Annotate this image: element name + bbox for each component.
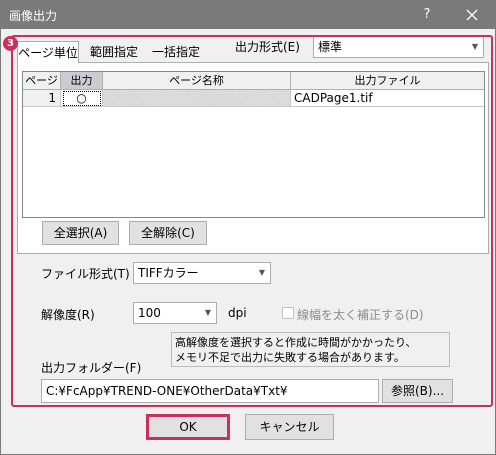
file-format-label: ファイル形式(T)	[41, 267, 130, 281]
note-line-1: 高解像度を選択すると作成に時間がかかったり、	[175, 336, 417, 349]
browse-button[interactable]: 参照(B)...	[382, 379, 453, 403]
note-line-2: メモリ不足で出力に失敗する場合があります。	[175, 351, 405, 364]
column-header-output-file[interactable]: 出力ファイル	[291, 72, 484, 90]
file-format-value: TIFFカラー	[138, 266, 199, 280]
resolution-value: 100	[138, 306, 161, 320]
column-header-page[interactable]: ページ	[23, 72, 61, 90]
step-badge: 3	[3, 36, 18, 51]
resolution-label: 解像度(R)	[41, 308, 95, 322]
chevron-down-icon: ▼	[204, 308, 211, 317]
cell-page-name	[103, 90, 291, 107]
chevron-down-icon: ▼	[258, 268, 265, 277]
column-header-page-name[interactable]: ページ名称	[103, 72, 291, 90]
page-table: ページ 出力 ページ名称 出力ファイル 1 ○ CADPage1.tif	[22, 71, 485, 218]
output-format-value: 標準	[318, 40, 343, 54]
output-format-select[interactable]: 標準 ▼	[313, 36, 484, 58]
cell-page-number: 1	[23, 90, 61, 107]
select-all-button[interactable]: 全選択(A)	[42, 221, 119, 245]
tab-page-unit[interactable]: ページ単位	[17, 41, 79, 63]
cell-output-file[interactable]: CADPage1.tif	[291, 90, 484, 107]
tab-bulk[interactable]: 一括指定	[148, 41, 204, 63]
column-header-output[interactable]: 出力	[61, 72, 103, 90]
help-button[interactable]: ?	[410, 0, 444, 29]
file-format-select[interactable]: TIFFカラー ▼	[133, 262, 271, 284]
deselect-all-button[interactable]: 全解除(C)	[129, 221, 207, 245]
close-icon	[466, 9, 478, 21]
tab-range[interactable]: 範囲指定	[84, 41, 144, 63]
close-button[interactable]	[450, 0, 494, 29]
cell-focus-outline	[63, 91, 101, 106]
line-correction-checkbox[interactable]	[282, 307, 294, 319]
chevron-down-icon: ▼	[471, 42, 478, 51]
ok-button[interactable]: OK	[146, 414, 230, 440]
output-folder-input[interactable]: C:¥FcApp¥TREND-ONE¥OtherData¥Txt¥	[41, 379, 379, 403]
window-title: 画像出力	[9, 9, 58, 23]
line-correction-label: 線幅を太く補正する(D)	[297, 308, 424, 322]
output-folder-label: 出力フォルダー(F)	[41, 361, 142, 375]
resolution-select[interactable]: 100 ▼	[133, 302, 217, 324]
cancel-button[interactable]: キャンセル	[245, 414, 334, 440]
resolution-unit: dpi	[228, 306, 247, 320]
resolution-note: 高解像度を選択すると作成に時間がかかったり、 メモリ不足で出力に失敗する場合があ…	[171, 332, 450, 367]
output-format-label: 出力形式(E)	[235, 40, 300, 54]
